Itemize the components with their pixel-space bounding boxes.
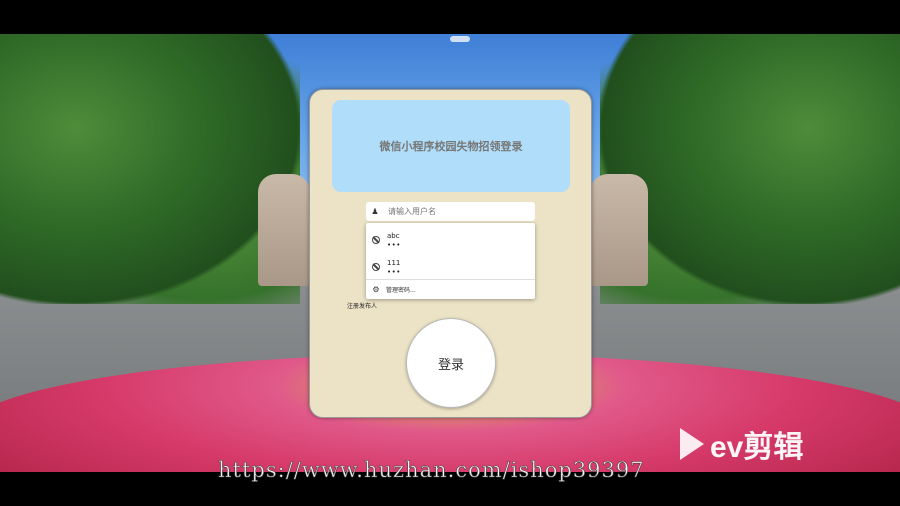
login-button[interactable]: 登录 [406, 318, 496, 408]
username-input[interactable] [388, 207, 528, 216]
key-icon [372, 263, 380, 271]
stone-monument-left [258, 174, 310, 286]
autocomplete-username: abc [387, 231, 400, 240]
key-icon [372, 236, 380, 244]
watermark-url: https://www.huzhan.com/ishop39397 [218, 458, 645, 483]
gear-icon: ⚙ [372, 285, 380, 294]
autocomplete-credentials: 111 ••• [387, 259, 401, 276]
manage-passwords-label: 管理密码... [386, 287, 416, 294]
login-card: 微信小程序校园失物招领登录 ♟ abc ••• 111 ••• [309, 89, 592, 418]
video-frame: 微信小程序校园失物招领登录 ♟ abc ••• 111 ••• [0, 0, 900, 506]
manage-passwords-item[interactable]: ⚙ 管理密码... [366, 281, 535, 298]
divider [366, 279, 535, 280]
autocomplete-dropdown: abc ••• 111 ••• ⚙ 管理密码... [366, 223, 535, 299]
login-button-label: 登录 [437, 357, 464, 373]
autocomplete-credentials: abc ••• [387, 232, 401, 249]
brand-text: ev剪辑 [710, 431, 804, 464]
autocomplete-username: 111 [387, 258, 401, 267]
autocomplete-item[interactable]: abc ••• [366, 227, 535, 253]
cloud [450, 36, 470, 42]
register-link[interactable]: 注册发布人 [347, 301, 377, 310]
autocomplete-password: ••• [387, 267, 401, 276]
user-icon: ♟ [371, 207, 379, 216]
autocomplete-item[interactable]: 111 ••• [366, 254, 535, 280]
trees-left [0, 34, 300, 304]
title-banner: 微信小程序校园失物招领登录 [332, 100, 570, 192]
stone-monument-right [590, 174, 648, 286]
play-icon [680, 428, 704, 460]
username-field[interactable]: ♟ [366, 202, 535, 221]
autocomplete-password: ••• [387, 240, 401, 249]
page-title: 微信小程序校园失物招领登录 [379, 140, 523, 153]
brand-logo: ev剪辑 [680, 424, 855, 464]
